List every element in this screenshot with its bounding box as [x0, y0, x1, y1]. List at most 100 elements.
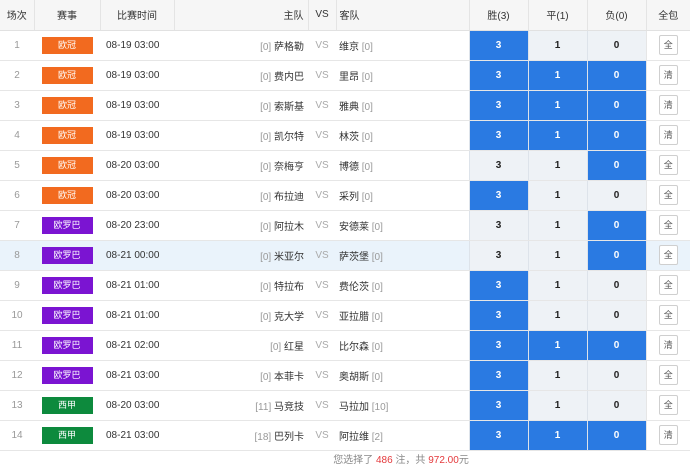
draw-option[interactable]: 1: [527, 240, 587, 271]
league-badge[interactable]: 西甲: [41, 396, 93, 414]
win-option[interactable]: 3: [468, 180, 528, 211]
home-team[interactable]: 费内巴: [274, 72, 304, 83]
win-option[interactable]: 3: [468, 210, 528, 241]
home-team[interactable]: 马竞技: [274, 402, 304, 413]
draw-option[interactable]: 1: [527, 360, 587, 391]
lose-option[interactable]: 0: [586, 360, 646, 391]
select-all-button[interactable]: 全: [658, 395, 678, 415]
league-badge[interactable]: 欧罗巴: [41, 336, 93, 354]
away-team[interactable]: 萨茨堡: [339, 252, 369, 263]
home-team[interactable]: 特拉布: [274, 282, 304, 293]
win-option[interactable]: 3: [468, 390, 528, 421]
win-option[interactable]: 3: [468, 150, 528, 181]
league-badge[interactable]: 欧冠: [41, 156, 93, 174]
draw-option[interactable]: 1: [527, 420, 587, 451]
home-team[interactable]: 凯尔特: [274, 132, 304, 143]
lose-option[interactable]: 0: [586, 390, 646, 421]
away-team[interactable]: 奥胡斯: [339, 372, 369, 383]
league-badge[interactable]: 西甲: [41, 426, 93, 444]
select-all-button[interactable]: 全: [658, 35, 678, 55]
select-all-button[interactable]: 全: [658, 365, 678, 385]
home-team[interactable]: 克大学: [274, 312, 304, 323]
lose-option[interactable]: 0: [586, 180, 646, 211]
home-team[interactable]: 布拉迪: [274, 192, 304, 203]
lose-option[interactable]: 0: [586, 240, 646, 271]
away-team[interactable]: 阿拉维: [339, 432, 369, 443]
lose-option[interactable]: 0: [586, 330, 646, 361]
draw-option[interactable]: 1: [527, 210, 587, 241]
win-option[interactable]: 3: [468, 360, 528, 391]
draw-option[interactable]: 1: [527, 330, 587, 361]
draw-option[interactable]: 1: [527, 300, 587, 331]
league-badge[interactable]: 欧罗巴: [41, 366, 93, 384]
select-all-button[interactable]: 全: [658, 305, 678, 325]
select-all-button[interactable]: 清: [658, 125, 678, 145]
away-team[interactable]: 费伦茨: [339, 282, 369, 293]
league-badge[interactable]: 欧罗巴: [41, 306, 93, 324]
draw-option[interactable]: 1: [527, 390, 587, 421]
win-option[interactable]: 3: [468, 300, 528, 331]
win-option[interactable]: 3: [468, 30, 528, 61]
win-option[interactable]: 3: [468, 120, 528, 151]
select-all-button[interactable]: 全: [658, 275, 678, 295]
away-team[interactable]: 林茨: [339, 132, 359, 143]
home-team[interactable]: 红星: [284, 342, 304, 353]
league-cell: 欧罗巴: [34, 360, 100, 391]
win-option[interactable]: 3: [468, 60, 528, 91]
league-badge[interactable]: 欧冠: [41, 36, 93, 54]
league-badge[interactable]: 欧冠: [41, 66, 93, 84]
league-badge[interactable]: 欧冠: [41, 96, 93, 114]
select-all-button[interactable]: 全: [658, 245, 678, 265]
league-badge[interactable]: 欧冠: [41, 126, 93, 144]
home-team[interactable]: 巴列卡: [274, 432, 304, 443]
league-badge[interactable]: 欧罗巴: [41, 216, 93, 234]
draw-option[interactable]: 1: [527, 180, 587, 211]
select-all-button[interactable]: 全: [658, 215, 678, 235]
draw-option[interactable]: 1: [527, 30, 587, 61]
select-all-button[interactable]: 清: [658, 95, 678, 115]
select-all-button[interactable]: 全: [658, 155, 678, 175]
win-option[interactable]: 3: [468, 270, 528, 301]
draw-option[interactable]: 1: [527, 120, 587, 151]
win-option[interactable]: 3: [468, 330, 528, 361]
select-all-button[interactable]: 清: [658, 335, 678, 355]
lose-option[interactable]: 0: [586, 90, 646, 121]
select-all-button[interactable]: 清: [658, 65, 678, 85]
away-team[interactable]: 维京: [339, 42, 359, 53]
lose-option[interactable]: 0: [586, 60, 646, 91]
league-badge[interactable]: 欧罗巴: [41, 276, 93, 294]
win-option[interactable]: 3: [468, 240, 528, 271]
away-team[interactable]: 安德莱: [339, 222, 369, 233]
league-badge[interactable]: 欧罗巴: [41, 246, 93, 264]
draw-option[interactable]: 1: [527, 150, 587, 181]
away-team[interactable]: 采列: [339, 192, 359, 203]
home-team[interactable]: 本菲卡: [274, 372, 304, 383]
lose-option[interactable]: 0: [586, 420, 646, 451]
home-team[interactable]: 阿拉木: [274, 222, 304, 233]
lose-option[interactable]: 0: [586, 210, 646, 241]
away-team[interactable]: 雅典: [339, 102, 359, 113]
all-cell: 清: [645, 90, 690, 121]
lose-option[interactable]: 0: [586, 120, 646, 151]
lose-option[interactable]: 0: [586, 300, 646, 331]
lose-option[interactable]: 0: [586, 270, 646, 301]
away-team[interactable]: 里昂: [339, 72, 359, 83]
lose-option[interactable]: 0: [586, 30, 646, 61]
home-team[interactable]: 米亚尔: [274, 252, 304, 263]
away-team[interactable]: 比尔森: [339, 342, 369, 353]
away-team[interactable]: 亚拉腊: [339, 312, 369, 323]
select-all-button[interactable]: 清: [658, 425, 678, 445]
win-option[interactable]: 3: [468, 90, 528, 121]
away-team[interactable]: 马拉加: [339, 402, 369, 413]
select-all-button[interactable]: 全: [658, 185, 678, 205]
home-team[interactable]: 奈梅亨: [274, 162, 304, 173]
home-team[interactable]: 索斯基: [274, 102, 304, 113]
home-team[interactable]: 萨格勒: [274, 42, 304, 53]
draw-option[interactable]: 1: [527, 270, 587, 301]
win-option[interactable]: 3: [468, 420, 528, 451]
lose-option[interactable]: 0: [586, 150, 646, 181]
away-team[interactable]: 博德: [339, 162, 359, 173]
draw-option[interactable]: 1: [527, 60, 587, 91]
draw-option[interactable]: 1: [527, 90, 587, 121]
league-badge[interactable]: 欧冠: [41, 186, 93, 204]
